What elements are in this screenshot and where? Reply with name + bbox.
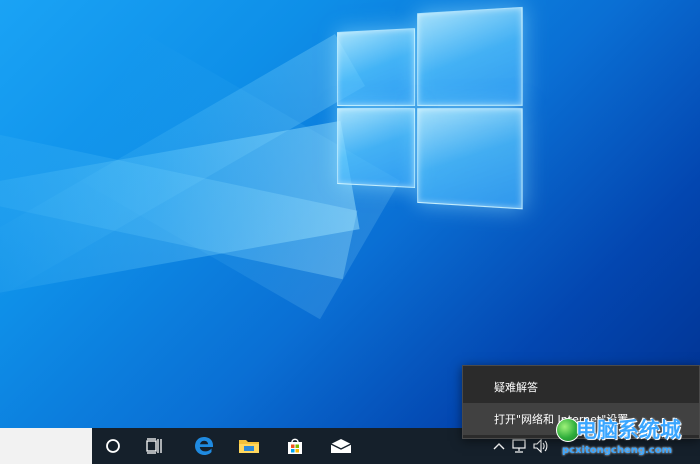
edge-browser-button[interactable] — [181, 428, 227, 464]
logo-pane — [417, 108, 523, 210]
microsoft-store-button[interactable] — [272, 428, 318, 464]
cortana-circle-icon — [106, 439, 120, 453]
menu-item-troubleshoot[interactable]: 疑难解答 — [463, 371, 699, 403]
logo-pane — [417, 6, 523, 106]
task-view-button[interactable] — [132, 428, 178, 464]
network-tray-button[interactable] — [510, 438, 528, 454]
menu-item-label: 打开"网络和 Internet"设置 — [494, 413, 629, 426]
logo-pane — [337, 108, 416, 189]
desktop-wallpaper[interactable] — [0, 0, 700, 428]
cortana-button[interactable] — [90, 428, 136, 464]
search-input[interactable] — [0, 428, 92, 464]
show-hidden-icons-button[interactable] — [490, 438, 508, 454]
volume-tray-button[interactable] — [532, 438, 550, 454]
file-explorer-icon — [239, 440, 259, 453]
network-icon — [512, 439, 526, 453]
windows-logo-icon — [337, 6, 523, 210]
network-context-menu: 疑难解答 打开"网络和 Internet"设置 — [462, 365, 700, 439]
menu-item-label: 疑难解答 — [494, 381, 538, 394]
screen: 疑难解答 打开"网络和 Internet"设置 电脑系统城 pcxitongch… — [0, 0, 700, 464]
logo-pane — [337, 28, 416, 106]
chevron-up-icon — [493, 443, 505, 450]
microsoft-store-icon — [288, 438, 302, 454]
menu-item-open-network-settings[interactable]: 打开"网络和 Internet"设置 — [463, 403, 699, 435]
edge-browser-icon — [195, 437, 213, 455]
mail-button[interactable] — [318, 428, 364, 464]
volume-icon — [533, 439, 548, 453]
mail-icon — [330, 439, 352, 453]
task-view-icon — [146, 438, 162, 454]
file-explorer-button[interactable] — [226, 428, 272, 464]
